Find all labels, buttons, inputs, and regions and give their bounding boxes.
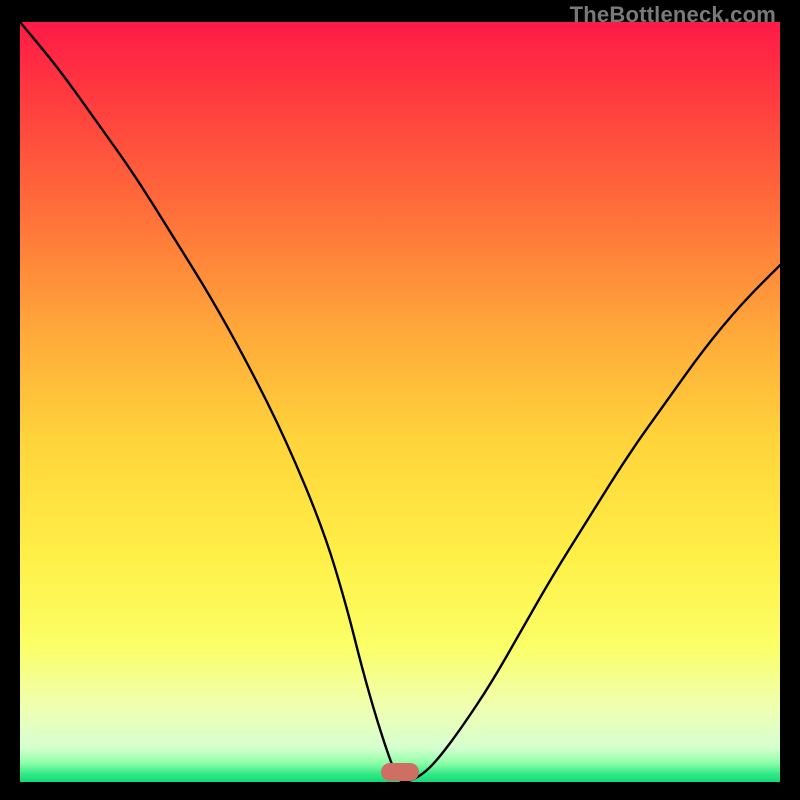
bottleneck-curve — [20, 22, 780, 782]
optimal-marker — [381, 763, 419, 781]
chart-frame: TheBottleneck.com — [0, 0, 800, 800]
plot-area — [20, 22, 780, 782]
